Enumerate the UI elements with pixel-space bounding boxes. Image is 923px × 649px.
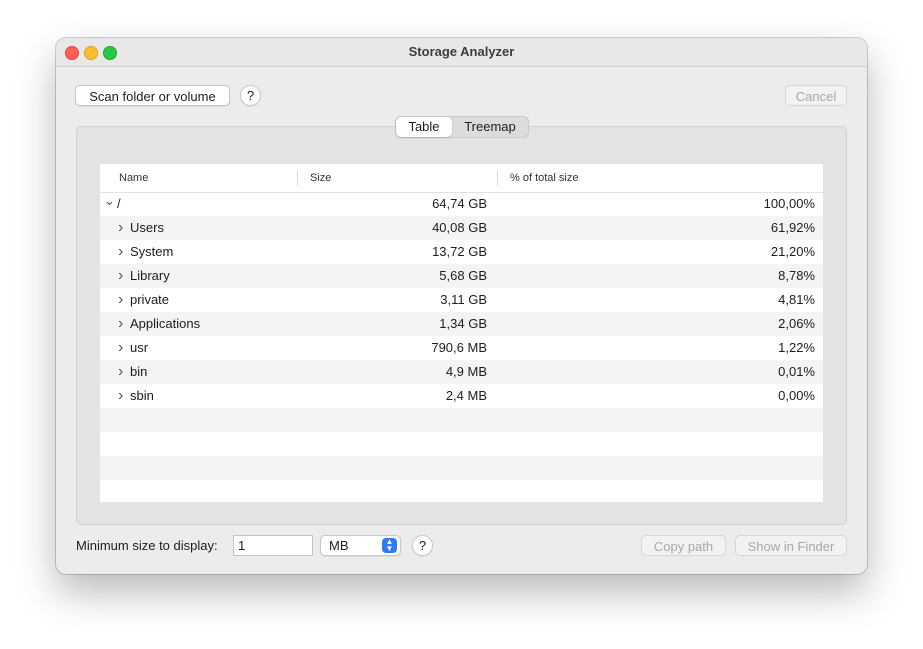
unit-select[interactable]: MB ▲ ▼ [320,535,401,556]
row-name: private [130,292,170,307]
chevron-right-icon[interactable]: › [118,216,123,240]
app-window: Storage Analyzer Scan folder or volume ?… [56,38,867,574]
chevron-right-icon[interactable]: › [118,360,123,384]
chevron-right-icon[interactable]: › [118,240,123,264]
row-size: 1,34 GB [439,316,487,331]
empty-row [100,480,823,502]
row-name: usr [130,340,149,355]
row-name: Users [130,220,164,235]
row-size: 2,4 MB [445,388,487,403]
title-bar[interactable]: Storage Analyzer [56,38,867,67]
row-name: Applications [130,316,201,331]
row-percent: 1,22% [778,340,815,355]
table-row[interactable]: › usr 790,6 MB 1,22% [100,336,823,360]
table-header: Name Size % of total size [100,164,823,193]
row-percent: 100,00% [763,196,815,211]
table-row[interactable]: › System 13,72 GB 21,20% [100,240,823,264]
row-size: 40,08 GB [432,220,487,235]
unit-select-value: MB [329,538,349,553]
row-name: / [117,196,121,211]
row-size: 64,74 GB [432,196,487,211]
scan-help-button[interactable]: ? [240,85,261,106]
table-row[interactable]: ⌄/ 64,74 GB 100,00% [100,192,823,216]
column-header-name[interactable]: Name [119,172,148,184]
row-percent: 21,20% [770,244,815,259]
empty-row [100,456,823,480]
row-name: System [130,244,174,259]
window-title: Storage Analyzer [408,44,515,59]
chevron-down-icon[interactable]: ⌄ [104,189,115,213]
table-row[interactable]: › Applications 1,34 GB 2,06% [100,312,823,336]
tab-treemap[interactable]: Treemap [452,117,528,137]
table-row[interactable]: › private 3,11 GB 4,81% [100,288,823,312]
column-divider[interactable] [497,170,498,186]
column-header-size[interactable]: Size [310,172,331,184]
table-row[interactable]: › Library 5,68 GB 8,78% [100,264,823,288]
min-size-label: Minimum size to display: [76,538,218,553]
scan-folder-button[interactable]: Scan folder or volume [75,85,230,106]
row-percent: 2,06% [778,316,815,331]
show-in-finder-button[interactable]: Show in Finder [735,535,847,556]
tab-table[interactable]: Table [396,117,452,137]
updown-chevron-icon: ▲ ▼ [382,538,397,553]
column-divider[interactable] [297,170,298,186]
row-percent: 8,78% [778,268,815,283]
row-percent: 4,81% [778,292,815,307]
table-row[interactable]: › sbin 2,4 MB 0,00% [100,384,823,408]
row-size: 790,6 MB [431,340,487,355]
column-header-percent[interactable]: % of total size [510,172,578,184]
row-percent: 0,01% [778,364,815,379]
storage-table[interactable]: Name Size % of total size ⌄/ 64,74 GB 100,… [100,164,823,502]
chevron-right-icon[interactable]: › [118,288,123,312]
chevron-right-icon[interactable]: › [118,336,123,360]
row-percent: 61,92% [770,220,815,235]
row-size: 3,11 GB [440,292,487,307]
table-row[interactable]: › Users 40,08 GB 61,92% [100,216,823,240]
chevron-right-icon[interactable]: › [118,384,123,408]
row-size: 4,9 MB [445,364,487,379]
row-name: Library [130,268,170,283]
table-row[interactable]: › bin 4,9 MB 0,01% [100,360,823,384]
copy-path-button[interactable]: Copy path [641,535,726,556]
chevron-right-icon[interactable]: › [118,264,123,288]
row-name: sbin [130,388,154,403]
row-name: bin [130,364,148,379]
min-size-input[interactable]: 1 [233,535,313,556]
row-size: 5,68 GB [439,268,487,283]
row-size: 13,72 GB [432,244,487,259]
empty-row [100,432,823,456]
chevron-right-icon[interactable]: › [118,312,123,336]
row-percent: 0,00% [778,388,815,403]
cancel-button[interactable]: Cancel [785,85,847,106]
view-mode-segmented-control[interactable]: Table Treemap [395,116,529,138]
min-size-help-button[interactable]: ? [412,535,433,556]
empty-row [100,408,823,432]
